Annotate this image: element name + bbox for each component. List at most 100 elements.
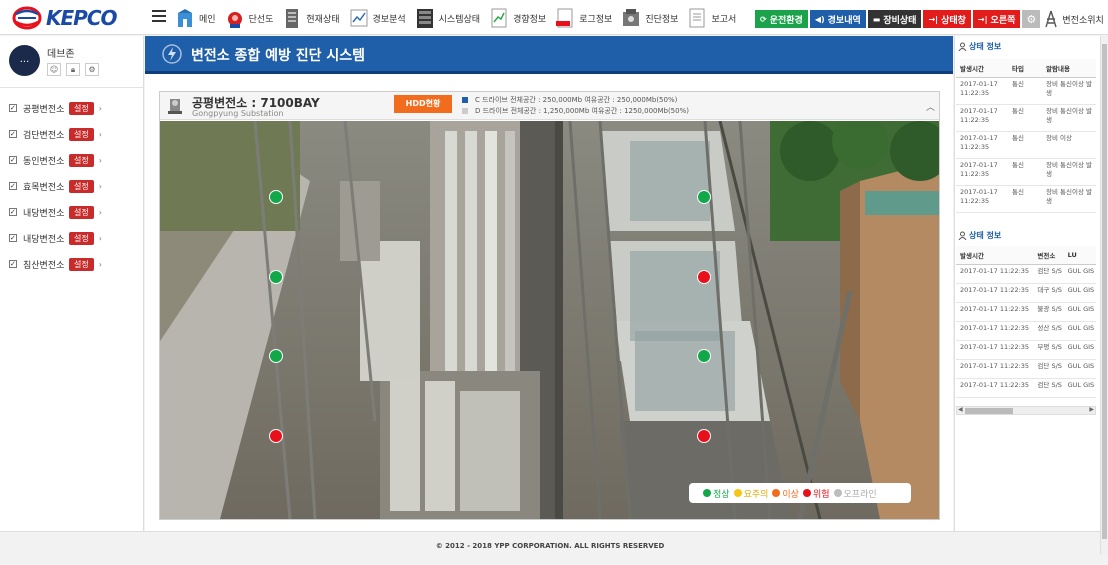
collapse-chevron-icon[interactable]: ︿ (926, 100, 935, 113)
nav-alarm-analysis[interactable]: 경보분석 (348, 4, 406, 32)
sensor-point-danger[interactable] (697, 429, 711, 443)
table-row[interactable]: 2017-01-17 11:22:35 통신 장비 통신이상 발생 (956, 185, 1096, 213)
avatar[interactable]: ... (9, 45, 40, 76)
profile-actions: ☺ 🔒︎ ⚙ (47, 63, 104, 76)
sensor-point-normal[interactable] (269, 349, 283, 363)
settings-gear-icon[interactable]: ⚙ (1022, 10, 1041, 28)
device-status-button[interactable]: ▬ 장비상태 (867, 10, 922, 28)
checkbox-icon[interactable]: ✓ (9, 182, 17, 190)
table-row[interactable]: 2017-01-17 11:22:35 검단 S/S GUL GIS (956, 359, 1096, 379)
chevron-right-icon: › (98, 207, 102, 217)
checkbox-icon[interactable]: ✓ (9, 104, 17, 112)
checkbox-icon[interactable]: ✓ (9, 234, 17, 242)
sidebar-item-substation[interactable]: ✓ 내당변전소 설정 › (0, 225, 143, 251)
checkbox-icon[interactable]: ✓ (9, 156, 17, 164)
gear-icon[interactable]: ⚙ (85, 63, 99, 76)
settings-badge[interactable]: 설정 (69, 205, 94, 219)
sensor-point-normal[interactable] (697, 349, 711, 363)
main-content: 변전소 종합 예방 진단 시스템 공평변전소 : 7100BAY Gongpyu… (145, 36, 953, 531)
scrollbar-thumb[interactable] (1102, 44, 1107, 539)
settings-badge[interactable]: 설정 (69, 257, 94, 271)
col-header[interactable]: 변전소 (1033, 246, 1064, 265)
settings-badge[interactable]: 설정 (69, 153, 94, 167)
report-icon (689, 8, 705, 28)
main-icon (178, 9, 192, 27)
nav-log[interactable]: 로그정보 (554, 4, 612, 32)
footer: © 2012 - 2018 YPP CORPORATION. ALL RIGHT… (0, 531, 1100, 559)
checkbox-icon[interactable]: ✓ (9, 130, 17, 138)
scrollbar-thumb[interactable] (965, 408, 1013, 414)
settings-badge[interactable]: 설정 (69, 127, 94, 141)
nav-main[interactable]: 메인 (174, 4, 216, 32)
col-header[interactable]: 타입 (1008, 59, 1042, 78)
horizontal-scrollbar[interactable]: ◀ ▶ (956, 406, 1096, 415)
logo-text: KEPCO (46, 6, 117, 30)
table-row[interactable]: 2017-01-17 11:22:35 대구 S/S GUL GIS (956, 283, 1096, 303)
sensor-point-normal[interactable] (697, 190, 711, 204)
sensor-point-normal[interactable] (269, 270, 283, 284)
alarm-window-button[interactable]: →| 오른쪽 (972, 10, 1021, 28)
nav-current-status[interactable]: 현재상태 (281, 4, 340, 32)
status-info-title-2: 상태 정보 (958, 230, 1001, 241)
sidebar-item-substation[interactable]: ✓ 내당변전소 설정 › (0, 199, 143, 225)
page-title: 변전소 종합 예방 진단 시스템 (191, 48, 366, 64)
checkbox-icon[interactable]: ✓ (9, 260, 17, 268)
menu-toggle-icon[interactable] (152, 10, 166, 24)
status-info-title: 상태 정보 (958, 41, 1001, 52)
sidebar-item-substation[interactable]: ✓ 동인변전소 설정 › (0, 147, 143, 173)
nav-diagnosis[interactable]: 진단정보 (620, 4, 678, 32)
col-header[interactable]: LU (1063, 246, 1096, 265)
table-row[interactable]: 2017-01-17 11:22:35 부평 S/S GUL GIS (956, 340, 1096, 360)
refresh-icon: ⟳ (760, 14, 767, 24)
legend-dot (772, 489, 781, 497)
alarm-history-button[interactable]: ◀) 경보내역 (809, 10, 866, 28)
col-header[interactable]: 알람내용 (1042, 59, 1096, 78)
operating-env-button[interactable]: ⟳ 운전환경 (755, 10, 808, 28)
sidebar-item-substation[interactable]: ✓ 공평변전소 설정 › (0, 95, 143, 121)
trend-icon (491, 8, 507, 28)
settings-badge[interactable]: 설정 (69, 179, 94, 193)
nav-system-status[interactable]: 시스템상태 (414, 4, 480, 32)
table-row[interactable]: 2017-01-17 11:22:35 불광 S/S GUL GIS (956, 302, 1096, 322)
table-row[interactable]: 2017-01-17 11:22:35 성산 S/S GUL GIS (956, 321, 1096, 341)
table-row[interactable]: 2017-01-17 11:22:35 통신 장비 이상 (956, 131, 1096, 159)
col-header[interactable]: 발생시간 (956, 246, 1034, 265)
scroll-left-icon[interactable]: ◀ (958, 406, 963, 413)
lock-icon[interactable]: 🔒︎ (66, 63, 80, 76)
kepco-logo[interactable]: KEPCO (12, 6, 134, 30)
sensor-point-normal[interactable] (269, 190, 283, 204)
table-row[interactable]: 2017-01-17 11:22:35 검단 S/S GUL GIS (956, 378, 1096, 398)
sensor-point-danger[interactable] (697, 270, 711, 284)
chevron-right-icon: › (98, 155, 102, 165)
table-row[interactable]: 2017-01-17 11:22:35 통신 장비 통신이상 발생 (956, 77, 1096, 105)
chevron-right-icon: › (98, 259, 102, 269)
legend-dot (802, 489, 811, 497)
log-icon (556, 8, 573, 28)
vertical-scrollbar[interactable] (1100, 36, 1108, 554)
scroll-right-icon[interactable]: ▶ (1089, 406, 1094, 413)
panel-header: 공평변전소 : 7100BAY Gongpyung Substation HDD… (160, 92, 939, 120)
substation-photo: 정상 요주의 이상 위험 오프라인 (160, 121, 939, 519)
top-nav: 메인 단선도 현재상태 경보분석 시스템상태 경향정보 로그정보 진단정보 보고… (174, 4, 744, 32)
settings-badge[interactable]: 설정 (69, 231, 94, 245)
nav-trend[interactable]: 경향정보 (488, 4, 546, 32)
nav-report[interactable]: 보고서 (686, 4, 736, 32)
user-icon[interactable]: ☺ (47, 63, 61, 76)
table-row[interactable]: 2017-01-17 11:22:35 통신 장비 통신이상 발생 (956, 104, 1096, 132)
hdd-status-button[interactable]: HDD현황 (394, 95, 452, 113)
user-profile: ... 데브존 ☺ 🔒︎ ⚙ (0, 36, 143, 88)
sidebar-item-substation[interactable]: ✓ 검단변전소 설정 › (0, 121, 143, 147)
sidebar-item-substation[interactable]: ✓ 효목변전소 설정 › (0, 173, 143, 199)
col-header[interactable]: 발생시간 (956, 59, 1008, 78)
settings-badge[interactable]: 설정 (69, 101, 94, 115)
arrow-right-icon: →| (977, 14, 988, 24)
checkbox-icon[interactable]: ✓ (9, 208, 17, 216)
table-row[interactable]: 2017-01-17 11:22:35 통신 장비 통신이상 발생 (956, 158, 1096, 186)
substation-switch-button[interactable]: 변전소위치 (1044, 10, 1104, 28)
status-window-button[interactable]: →| 상태창 (923, 10, 971, 28)
drive-c-info: C 드라이브 전체공간 : 250,000Mb 여유공간 : 250,000Mb… (462, 95, 677, 105)
sensor-point-danger[interactable] (269, 429, 283, 443)
sidebar-item-substation[interactable]: ✓ 침산변전소 설정 › (0, 251, 143, 277)
table-row[interactable]: 2017-01-17 11:22:35 검단 S/S GUL GIS (956, 264, 1096, 284)
nav-single-line[interactable]: 단선도 (224, 4, 273, 32)
